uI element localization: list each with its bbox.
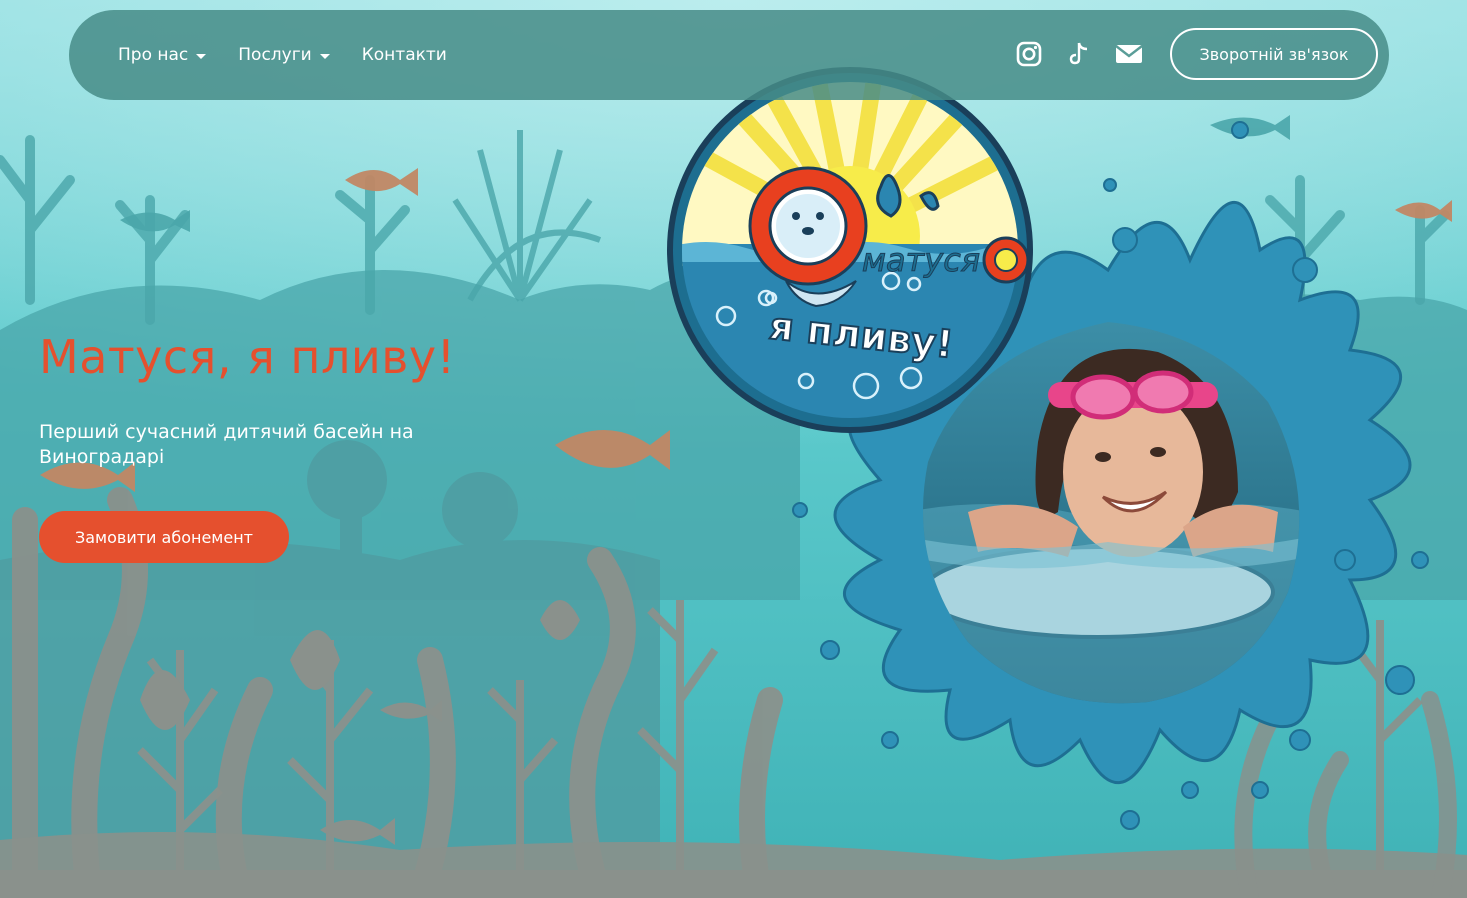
- instagram-icon[interactable]: [1015, 40, 1043, 68]
- chevron-down-icon: [196, 53, 207, 59]
- nav-item-contacts[interactable]: Контакти: [362, 45, 447, 65]
- nav-menu: Про нас Послуги Контакти: [118, 10, 447, 100]
- header-nav: Про нас Послуги Контакти Зворотній зв'яз…: [69, 10, 1389, 100]
- logo-word-top: матуся: [862, 241, 980, 279]
- nav-item-services[interactable]: Послуги: [238, 45, 330, 65]
- social-links: [1015, 40, 1143, 68]
- chevron-down-icon: [319, 53, 330, 59]
- nav-item-about[interactable]: Про нас: [118, 45, 207, 65]
- hero-subtitle: Перший сучасний дитячий басейн на Виногр…: [39, 421, 414, 468]
- nav-item-label: Про нас: [118, 45, 189, 65]
- nav-item-label: Послуги: [238, 45, 312, 65]
- nav-item-label: Контакти: [361, 45, 447, 65]
- order-subscription-button[interactable]: Замовити абонемент: [39, 511, 289, 563]
- mail-icon[interactable]: [1115, 40, 1143, 68]
- hero-title: Матуся, я пливу!: [39, 330, 456, 384]
- tiktok-icon[interactable]: [1065, 40, 1093, 68]
- logo: матуся я пливу!: [667, 67, 1033, 433]
- feedback-button[interactable]: Зворотній зв'язок: [1170, 28, 1378, 80]
